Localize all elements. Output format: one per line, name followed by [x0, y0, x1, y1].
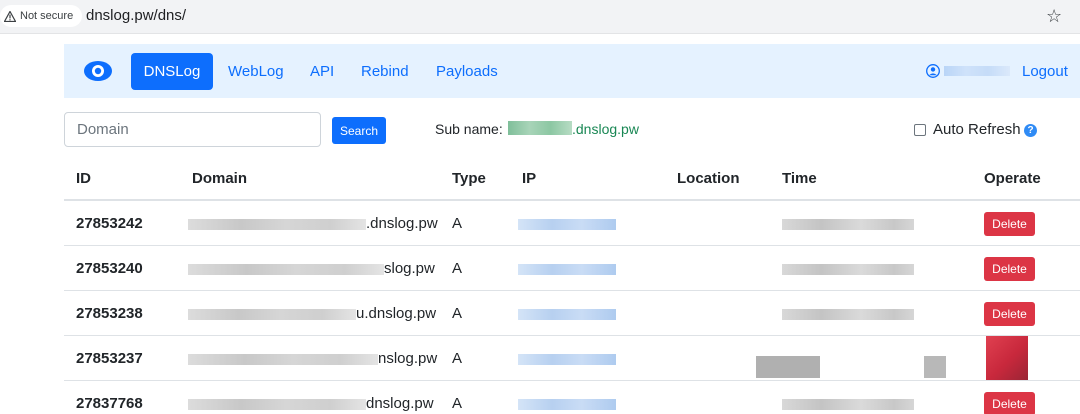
table-row: 27853238 u.dnslog.pw A Delete — [64, 291, 1080, 336]
url-field[interactable]: dnslog.pw/dns/ — [86, 7, 186, 24]
sub-name-redacted — [508, 121, 572, 135]
nav-payloads[interactable]: Payloads — [436, 53, 498, 90]
ip-redacted — [518, 309, 616, 320]
row-id: 27837768 — [76, 395, 143, 412]
eye-icon[interactable] — [83, 58, 113, 84]
glitch-block — [756, 356, 820, 378]
column-header-type: Type — [452, 170, 486, 187]
app-navbar: DNSLog WebLog API Rebind Payloads Logout — [64, 44, 1080, 98]
row-domain-suffix: nslog.pw — [378, 350, 438, 367]
sub-name-domain: .dnslog.pw — [572, 121, 639, 137]
row-domain-suffix: slog.pw — [384, 260, 435, 277]
time-redacted — [782, 399, 914, 410]
row-domain-suffix: .dnslog.pw — [366, 215, 438, 232]
column-header-ip: IP — [522, 170, 537, 187]
row-id: 27853237 — [76, 350, 143, 367]
nav-dnslog[interactable]: DNSLog — [131, 53, 213, 90]
ip-redacted — [518, 399, 616, 410]
auto-refresh-checkbox[interactable] — [914, 124, 926, 136]
row-id: 27853238 — [76, 305, 143, 322]
row-domain-suffix: dnslog.pw — [366, 395, 434, 412]
domain-redacted — [188, 219, 366, 230]
domain-redacted — [188, 399, 366, 410]
nav-weblog[interactable]: WebLog — [228, 53, 284, 90]
row-type: A — [452, 395, 463, 412]
table-row: 27853237 nslog.pw A — [64, 336, 1080, 381]
row-domain-suffix: u.dnslog.pw — [356, 305, 437, 322]
domain-search-input[interactable] — [64, 112, 321, 147]
glitch-block — [924, 356, 946, 378]
table-row: 27853242 .dnslog.pw A Delete — [64, 201, 1080, 246]
username-redacted — [944, 66, 1010, 76]
ip-redacted — [518, 264, 616, 275]
auto-refresh-label[interactable]: Auto Refresh — [933, 121, 1021, 138]
time-redacted — [782, 264, 914, 275]
delete-button[interactable]: Delete — [984, 257, 1035, 281]
warning-icon — [4, 10, 16, 22]
column-header-operate: Operate — [984, 170, 1041, 187]
time-redacted — [782, 309, 914, 320]
bookmark-star-icon[interactable]: ☆ — [1046, 4, 1062, 28]
row-type: A — [452, 215, 463, 232]
nav-api[interactable]: API — [310, 53, 334, 90]
logout-link[interactable]: Logout — [1022, 53, 1068, 90]
nav-rebind[interactable]: Rebind — [361, 53, 409, 90]
ip-redacted — [518, 219, 616, 230]
row-id: 27853240 — [76, 260, 143, 277]
column-header-domain: Domain — [192, 170, 248, 187]
security-indicator[interactable]: Not secure — [0, 5, 83, 27]
delete-button-glitched[interactable] — [986, 336, 1028, 380]
security-label: Not secure — [20, 10, 74, 22]
row-id: 27853242 — [76, 215, 143, 232]
ip-redacted — [518, 354, 616, 365]
table-row: 27853240 slog.pw A Delete — [64, 246, 1080, 291]
delete-button[interactable]: Delete — [984, 212, 1035, 236]
row-type: A — [452, 350, 463, 367]
row-type: A — [452, 305, 463, 322]
delete-button[interactable]: Delete — [984, 392, 1035, 414]
domain-redacted — [188, 354, 378, 365]
column-header-id: ID — [76, 170, 91, 187]
user-icon — [926, 64, 940, 78]
table-row: 27837768 dnslog.pw A Delete — [64, 381, 1080, 414]
domain-redacted — [188, 309, 356, 320]
column-header-location: Location — [677, 170, 740, 187]
delete-button[interactable]: Delete — [984, 302, 1035, 326]
sub-name-label: Sub name: — [435, 121, 503, 137]
search-button[interactable]: Search — [332, 117, 386, 144]
row-type: A — [452, 260, 463, 277]
time-redacted — [782, 219, 914, 230]
table-header: ID Domain Type IP Location Time Operate — [64, 156, 1080, 201]
column-header-time: Time — [782, 170, 817, 187]
domain-redacted — [188, 264, 384, 275]
browser-address-bar: Not secure dnslog.pw/dns/ ☆ — [0, 0, 1080, 34]
help-icon[interactable]: ? — [1024, 124, 1037, 137]
